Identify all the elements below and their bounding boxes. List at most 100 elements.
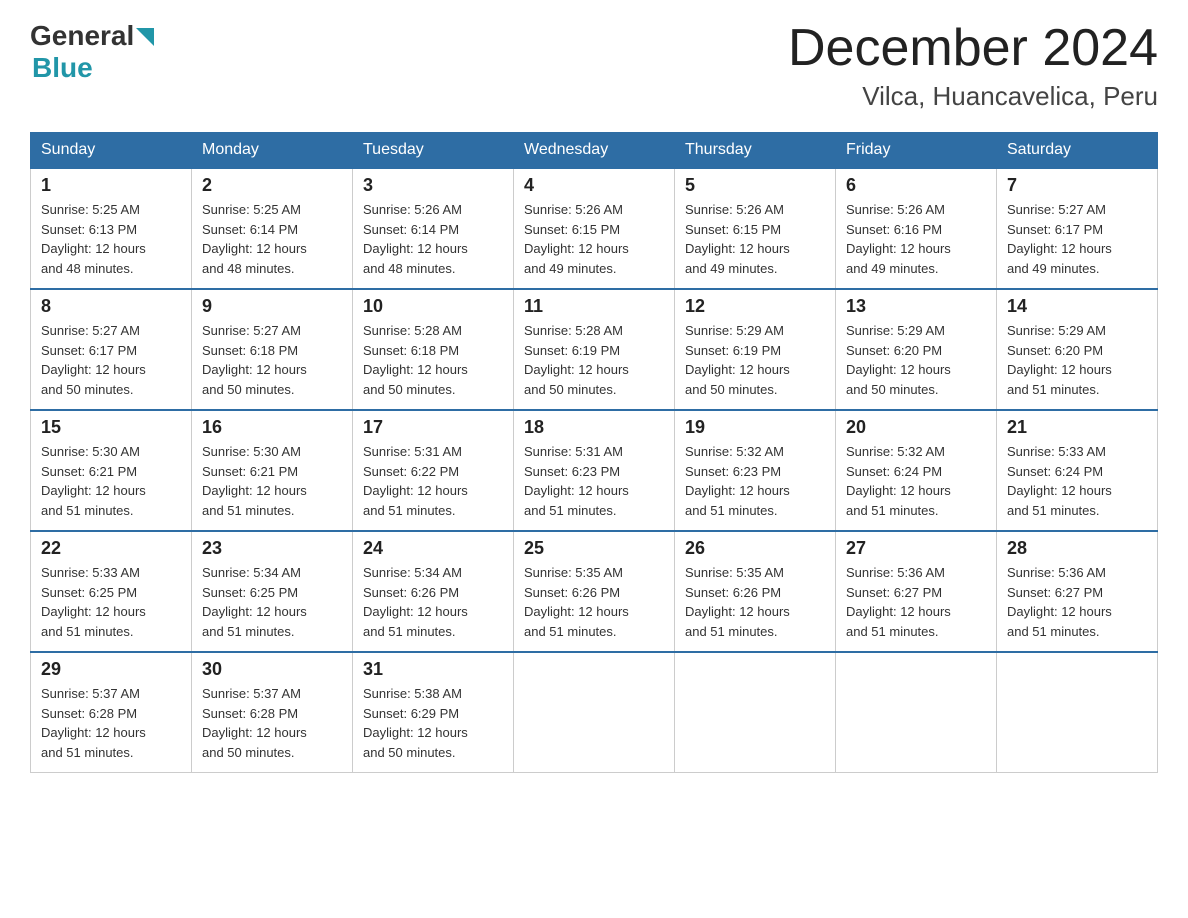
day-info: Sunrise: 5:27 AMSunset: 6:17 PMDaylight:…	[1007, 202, 1112, 276]
calendar-cell: 17 Sunrise: 5:31 AMSunset: 6:22 PMDaylig…	[353, 410, 514, 531]
day-info: Sunrise: 5:26 AMSunset: 6:15 PMDaylight:…	[524, 202, 629, 276]
title-section: December 2024 Vilca, Huancavelica, Peru	[788, 20, 1158, 112]
calendar-cell: 8 Sunrise: 5:27 AMSunset: 6:17 PMDayligh…	[31, 289, 192, 410]
calendar-cell: 11 Sunrise: 5:28 AMSunset: 6:19 PMDaylig…	[514, 289, 675, 410]
day-info: Sunrise: 5:30 AMSunset: 6:21 PMDaylight:…	[202, 444, 307, 518]
day-number: 11	[524, 296, 664, 317]
calendar-cell: 27 Sunrise: 5:36 AMSunset: 6:27 PMDaylig…	[836, 531, 997, 652]
calendar-cell: 21 Sunrise: 5:33 AMSunset: 6:24 PMDaylig…	[997, 410, 1158, 531]
calendar-cell: 26 Sunrise: 5:35 AMSunset: 6:26 PMDaylig…	[675, 531, 836, 652]
day-info: Sunrise: 5:38 AMSunset: 6:29 PMDaylight:…	[363, 686, 468, 760]
day-info: Sunrise: 5:37 AMSunset: 6:28 PMDaylight:…	[202, 686, 307, 760]
calendar-week-row: 8 Sunrise: 5:27 AMSunset: 6:17 PMDayligh…	[31, 289, 1158, 410]
day-number: 5	[685, 175, 825, 196]
calendar-cell: 30 Sunrise: 5:37 AMSunset: 6:28 PMDaylig…	[192, 652, 353, 773]
day-number: 25	[524, 538, 664, 559]
day-number: 1	[41, 175, 181, 196]
logo-general-text: General	[30, 20, 134, 52]
calendar-cell	[514, 652, 675, 773]
calendar-cell: 13 Sunrise: 5:29 AMSunset: 6:20 PMDaylig…	[836, 289, 997, 410]
day-number: 8	[41, 296, 181, 317]
day-info: Sunrise: 5:33 AMSunset: 6:25 PMDaylight:…	[41, 565, 146, 639]
day-info: Sunrise: 5:28 AMSunset: 6:19 PMDaylight:…	[524, 323, 629, 397]
logo-arrow-icon	[136, 28, 154, 46]
calendar-cell: 22 Sunrise: 5:33 AMSunset: 6:25 PMDaylig…	[31, 531, 192, 652]
calendar-cell: 7 Sunrise: 5:27 AMSunset: 6:17 PMDayligh…	[997, 168, 1158, 289]
calendar-cell: 20 Sunrise: 5:32 AMSunset: 6:24 PMDaylig…	[836, 410, 997, 531]
header-wednesday: Wednesday	[514, 133, 675, 169]
calendar-cell: 12 Sunrise: 5:29 AMSunset: 6:19 PMDaylig…	[675, 289, 836, 410]
calendar-cell: 2 Sunrise: 5:25 AMSunset: 6:14 PMDayligh…	[192, 168, 353, 289]
day-number: 4	[524, 175, 664, 196]
day-number: 29	[41, 659, 181, 680]
day-number: 2	[202, 175, 342, 196]
calendar-cell: 25 Sunrise: 5:35 AMSunset: 6:26 PMDaylig…	[514, 531, 675, 652]
day-info: Sunrise: 5:30 AMSunset: 6:21 PMDaylight:…	[41, 444, 146, 518]
day-info: Sunrise: 5:34 AMSunset: 6:26 PMDaylight:…	[363, 565, 468, 639]
day-info: Sunrise: 5:32 AMSunset: 6:23 PMDaylight:…	[685, 444, 790, 518]
header-tuesday: Tuesday	[353, 133, 514, 169]
day-info: Sunrise: 5:32 AMSunset: 6:24 PMDaylight:…	[846, 444, 951, 518]
day-number: 9	[202, 296, 342, 317]
calendar-cell: 10 Sunrise: 5:28 AMSunset: 6:18 PMDaylig…	[353, 289, 514, 410]
calendar-cell: 23 Sunrise: 5:34 AMSunset: 6:25 PMDaylig…	[192, 531, 353, 652]
calendar-cell: 18 Sunrise: 5:31 AMSunset: 6:23 PMDaylig…	[514, 410, 675, 531]
day-info: Sunrise: 5:34 AMSunset: 6:25 PMDaylight:…	[202, 565, 307, 639]
day-info: Sunrise: 5:29 AMSunset: 6:20 PMDaylight:…	[1007, 323, 1112, 397]
calendar-cell: 28 Sunrise: 5:36 AMSunset: 6:27 PMDaylig…	[997, 531, 1158, 652]
day-number: 22	[41, 538, 181, 559]
header-thursday: Thursday	[675, 133, 836, 169]
day-number: 10	[363, 296, 503, 317]
calendar-cell: 9 Sunrise: 5:27 AMSunset: 6:18 PMDayligh…	[192, 289, 353, 410]
day-number: 3	[363, 175, 503, 196]
day-info: Sunrise: 5:27 AMSunset: 6:17 PMDaylight:…	[41, 323, 146, 397]
day-info: Sunrise: 5:25 AMSunset: 6:13 PMDaylight:…	[41, 202, 146, 276]
calendar-cell: 5 Sunrise: 5:26 AMSunset: 6:15 PMDayligh…	[675, 168, 836, 289]
day-number: 15	[41, 417, 181, 438]
day-info: Sunrise: 5:28 AMSunset: 6:18 PMDaylight:…	[363, 323, 468, 397]
page-header: General Blue December 2024 Vilca, Huanca…	[30, 20, 1158, 112]
header-friday: Friday	[836, 133, 997, 169]
calendar-cell: 6 Sunrise: 5:26 AMSunset: 6:16 PMDayligh…	[836, 168, 997, 289]
calendar-header-row: SundayMondayTuesdayWednesdayThursdayFrid…	[31, 133, 1158, 169]
calendar-week-row: 1 Sunrise: 5:25 AMSunset: 6:13 PMDayligh…	[31, 168, 1158, 289]
calendar-cell: 1 Sunrise: 5:25 AMSunset: 6:13 PMDayligh…	[31, 168, 192, 289]
calendar-cell: 24 Sunrise: 5:34 AMSunset: 6:26 PMDaylig…	[353, 531, 514, 652]
header-monday: Monday	[192, 133, 353, 169]
day-info: Sunrise: 5:35 AMSunset: 6:26 PMDaylight:…	[685, 565, 790, 639]
day-info: Sunrise: 5:33 AMSunset: 6:24 PMDaylight:…	[1007, 444, 1112, 518]
day-number: 18	[524, 417, 664, 438]
day-number: 13	[846, 296, 986, 317]
day-info: Sunrise: 5:31 AMSunset: 6:22 PMDaylight:…	[363, 444, 468, 518]
day-info: Sunrise: 5:25 AMSunset: 6:14 PMDaylight:…	[202, 202, 307, 276]
day-info: Sunrise: 5:26 AMSunset: 6:15 PMDaylight:…	[685, 202, 790, 276]
header-sunday: Sunday	[31, 133, 192, 169]
calendar-week-row: 15 Sunrise: 5:30 AMSunset: 6:21 PMDaylig…	[31, 410, 1158, 531]
day-number: 17	[363, 417, 503, 438]
day-number: 23	[202, 538, 342, 559]
header-saturday: Saturday	[997, 133, 1158, 169]
day-number: 30	[202, 659, 342, 680]
calendar-cell: 3 Sunrise: 5:26 AMSunset: 6:14 PMDayligh…	[353, 168, 514, 289]
day-info: Sunrise: 5:31 AMSunset: 6:23 PMDaylight:…	[524, 444, 629, 518]
day-number: 28	[1007, 538, 1147, 559]
day-number: 14	[1007, 296, 1147, 317]
day-number: 12	[685, 296, 825, 317]
day-info: Sunrise: 5:26 AMSunset: 6:16 PMDaylight:…	[846, 202, 951, 276]
calendar-cell: 19 Sunrise: 5:32 AMSunset: 6:23 PMDaylig…	[675, 410, 836, 531]
day-info: Sunrise: 5:35 AMSunset: 6:26 PMDaylight:…	[524, 565, 629, 639]
day-number: 20	[846, 417, 986, 438]
day-number: 7	[1007, 175, 1147, 196]
calendar-cell	[997, 652, 1158, 773]
day-info: Sunrise: 5:27 AMSunset: 6:18 PMDaylight:…	[202, 323, 307, 397]
day-number: 26	[685, 538, 825, 559]
day-info: Sunrise: 5:37 AMSunset: 6:28 PMDaylight:…	[41, 686, 146, 760]
day-number: 19	[685, 417, 825, 438]
day-info: Sunrise: 5:36 AMSunset: 6:27 PMDaylight:…	[1007, 565, 1112, 639]
logo: General Blue	[30, 20, 154, 84]
day-info: Sunrise: 5:36 AMSunset: 6:27 PMDaylight:…	[846, 565, 951, 639]
calendar-week-row: 22 Sunrise: 5:33 AMSunset: 6:25 PMDaylig…	[31, 531, 1158, 652]
day-number: 27	[846, 538, 986, 559]
calendar-cell: 14 Sunrise: 5:29 AMSunset: 6:20 PMDaylig…	[997, 289, 1158, 410]
calendar-cell: 29 Sunrise: 5:37 AMSunset: 6:28 PMDaylig…	[31, 652, 192, 773]
